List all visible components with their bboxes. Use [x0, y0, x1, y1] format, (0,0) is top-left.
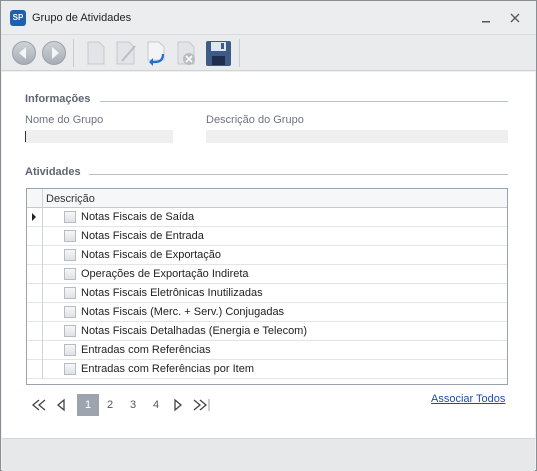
previous-page-icon: [56, 398, 65, 412]
delete-button[interactable]: [173, 40, 199, 66]
minimize-icon: [482, 21, 490, 23]
row-checkbox[interactable]: [64, 211, 76, 223]
content-panel: Informações Nome do Grupo Descrição do G…: [2, 72, 535, 438]
row-checkbox[interactable]: [64, 306, 76, 318]
row-indicator: [27, 265, 43, 284]
page-3-button[interactable]: 3: [124, 394, 142, 416]
window: SP Grupo de Atividades Informações Nome …: [0, 0, 537, 471]
row-checkbox[interactable]: [64, 268, 76, 280]
row-indicator: [27, 360, 43, 379]
close-icon: [510, 13, 520, 23]
new-document-icon: [87, 41, 105, 65]
table-row[interactable]: Entradas com Referências: [27, 341, 507, 360]
last-page-icon: [193, 399, 210, 411]
minimize-button[interactable]: [475, 9, 497, 27]
descricao-grupo-label: Descrição do Grupo: [206, 114, 304, 126]
nome-grupo-input[interactable]: [25, 130, 173, 143]
arrow-right-icon: [52, 47, 59, 59]
section-divider: [100, 101, 508, 102]
toolbar: [1, 35, 536, 71]
save-button[interactable]: [205, 40, 231, 66]
text-caret: [25, 131, 26, 142]
edit-button[interactable]: [113, 40, 139, 66]
row-label: Notas Fiscais de Saída: [81, 211, 195, 223]
table-row[interactable]: Notas Fiscais (Merc. + Serv.) Conjugadas: [27, 303, 507, 322]
row-label: Entradas com Referências por Item: [81, 363, 255, 375]
grid-header: Descrição: [27, 189, 507, 208]
row-checkbox[interactable]: [64, 287, 76, 299]
row-label: Operações de Exportação Indireta: [81, 268, 249, 280]
section-divider: [89, 174, 508, 175]
row-checkbox[interactable]: [64, 230, 76, 242]
new-button[interactable]: [83, 40, 109, 66]
row-checkbox[interactable]: [64, 249, 76, 261]
nome-grupo-label: Nome do Grupo: [25, 114, 104, 126]
row-label: Notas Fiscais (Merc. + Serv.) Conjugadas: [81, 306, 285, 318]
row-indicator-header: [27, 189, 43, 208]
row-checkbox[interactable]: [64, 363, 76, 375]
row-label: Notas Fiscais Eletrônicas Inutilizadas: [81, 287, 263, 299]
page-4-button[interactable]: 4: [147, 394, 165, 416]
undo-icon: [147, 41, 165, 66]
descricao-grupo-input[interactable]: [206, 130, 508, 143]
first-page-icon: [31, 399, 46, 411]
row-indicator: [27, 303, 43, 322]
row-indicator: [27, 341, 43, 360]
app-icon: SP: [10, 10, 26, 26]
table-row[interactable]: Entradas com Referências por Item: [27, 360, 507, 379]
arrow-left-icon: [19, 47, 26, 59]
last-page-button[interactable]: [191, 394, 213, 416]
table-row[interactable]: Operações de Exportação Indireta: [27, 265, 507, 284]
row-indicator: [27, 284, 43, 303]
window-title: Grupo de Atividades: [32, 12, 132, 24]
back-button[interactable]: [11, 40, 37, 66]
table-row[interactable]: Notas Fiscais Detalhadas (Energia e Tele…: [27, 322, 507, 341]
associar-todos-link[interactable]: Associar Todos: [431, 393, 505, 405]
pager: 1 2 3 4: [26, 394, 226, 416]
row-label: Entradas com Referências: [81, 344, 211, 356]
row-indicator: [27, 227, 43, 246]
table-row[interactable]: Notas Fiscais de Exportação: [27, 246, 507, 265]
footer-bar: [2, 438, 535, 471]
row-indicator: [27, 246, 43, 265]
atividades-grid: Descrição Notas Fiscais de Saída Notas Fi…: [26, 188, 508, 385]
table-row[interactable]: Notas Fiscais Eletrônicas Inutilizadas: [27, 284, 507, 303]
current-row-arrow-icon: [32, 213, 36, 221]
row-label: Notas Fiscais de Exportação: [81, 249, 222, 261]
previous-page-button[interactable]: [54, 394, 68, 416]
page-2-button[interactable]: 2: [101, 394, 119, 416]
column-header-descricao[interactable]: Descrição: [46, 193, 95, 205]
delete-icon: [177, 41, 195, 65]
edit-icon: [116, 41, 136, 65]
section-title-informacoes: Informações: [25, 93, 91, 105]
row-indicator: [27, 208, 43, 227]
row-indicator: [27, 322, 43, 341]
page-1-button[interactable]: 1: [77, 394, 99, 416]
row-label: Notas Fiscais de Entrada: [81, 230, 204, 242]
forward-button[interactable]: [41, 40, 67, 66]
next-page-button[interactable]: [171, 394, 185, 416]
next-page-icon: [174, 398, 183, 412]
first-page-button[interactable]: [30, 394, 48, 416]
table-row[interactable]: Notas Fiscais de Entrada: [27, 227, 507, 246]
close-button[interactable]: [504, 9, 526, 27]
section-title-atividades: Atividades: [25, 166, 81, 178]
row-label: Notas Fiscais Detalhadas (Energia e Tele…: [81, 325, 308, 337]
undo-button[interactable]: [143, 40, 169, 66]
row-checkbox[interactable]: [64, 325, 76, 337]
title-bar: SP Grupo de Atividades: [1, 1, 536, 35]
row-checkbox[interactable]: [64, 344, 76, 356]
table-row[interactable]: Notas Fiscais de Saída: [27, 208, 507, 227]
save-icon: [206, 41, 231, 66]
